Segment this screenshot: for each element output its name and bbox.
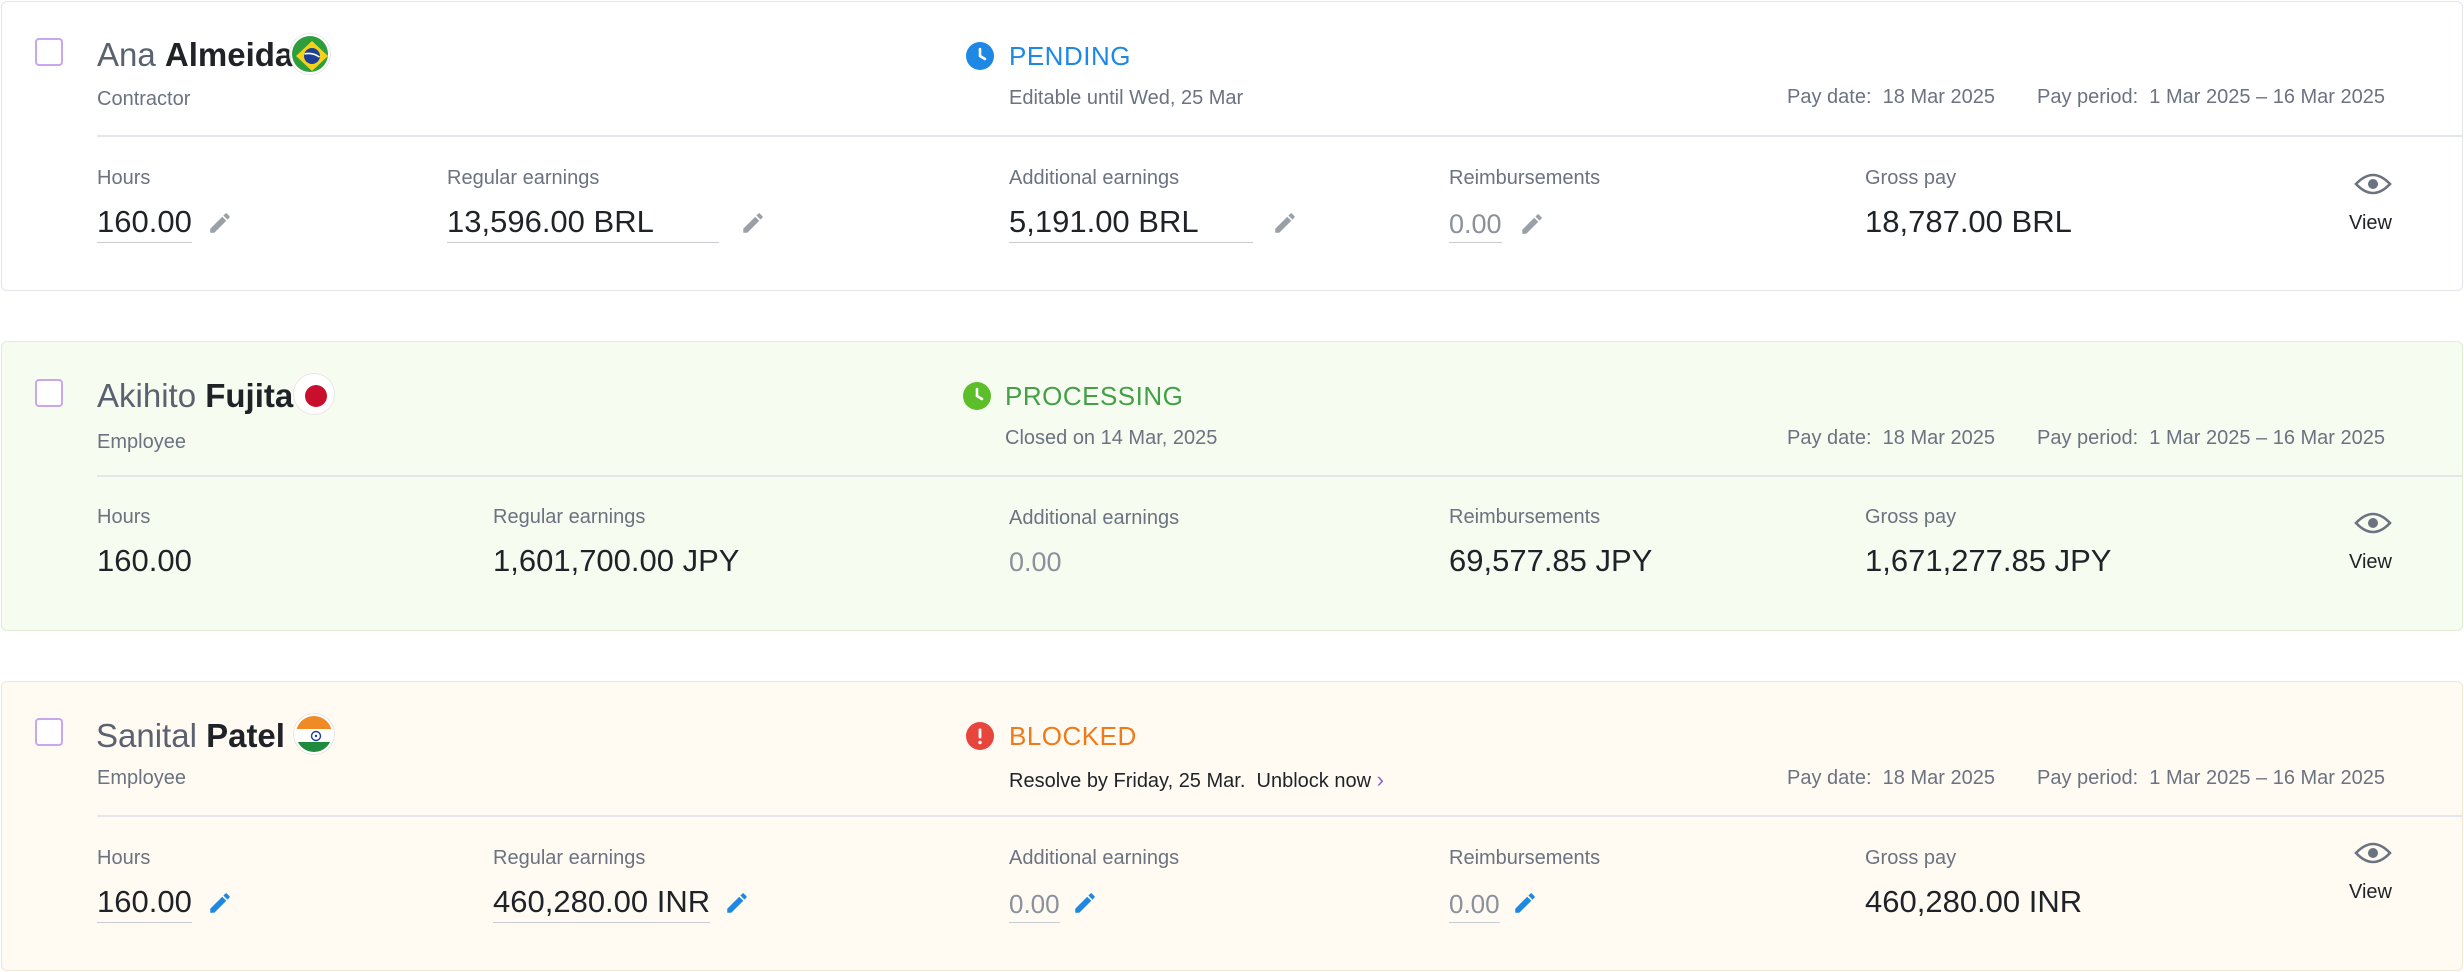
- reimbursements-field[interactable]: 0.00: [1449, 209, 1502, 243]
- additional-earnings-label: Additional earnings: [1009, 507, 1180, 529]
- gross-pay-value: 460,280.00 INR: [1865, 884, 2083, 919]
- employment-role: Employee: [97, 431, 186, 453]
- reimbursements-label: Reimbursements: [1449, 167, 1601, 189]
- payroll-card-ana-almeida: Ana Almeida Contractor PENDING Editable …: [1, 1, 2463, 291]
- additional-earnings-label: Additional earnings: [1009, 167, 1180, 189]
- edit-pencil-icon[interactable]: [1519, 211, 1545, 237]
- edit-pencil-icon[interactable]: [207, 890, 233, 916]
- regular-earnings-field[interactable]: 13,596.00 BRL: [447, 204, 719, 243]
- payroll-card-akihito-fujita: Akihito Fujita Employee PROCESSING Close…: [1, 341, 2463, 631]
- regular-earnings-label: Regular earnings: [493, 506, 646, 528]
- pay-date: Pay date: 18 Mar 2025: [1787, 767, 1995, 790]
- edit-pencil-icon[interactable]: [1272, 210, 1298, 236]
- hours-value: 160.00: [97, 543, 192, 578]
- gross-pay-value: 1,671,277.85 JPY: [1865, 543, 2112, 578]
- divider: [97, 815, 2463, 817]
- select-checkbox[interactable]: [35, 38, 63, 66]
- edit-pencil-icon[interactable]: [1512, 890, 1538, 916]
- first-name: Ana: [97, 36, 156, 73]
- employee-name: Akihito Fujita: [97, 377, 293, 415]
- status-badge: PROCESSING: [1005, 381, 1184, 411]
- edit-pencil-icon[interactable]: [740, 210, 766, 236]
- status-badge: PENDING: [1009, 41, 1131, 71]
- chevron-right-icon[interactable]: ›: [1377, 767, 1384, 792]
- pay-date: Pay date: 18 Mar 2025: [1787, 86, 1995, 109]
- first-name: Akihito: [97, 377, 197, 414]
- employee-name: Ana Almeida: [97, 36, 293, 74]
- employee-name: Sanital Patel: [96, 717, 285, 755]
- pay-period-value: 1 Mar 2025 – 16 Mar 2025: [2149, 86, 2385, 108]
- pay-period: Pay period: 1 Mar 2025 – 16 Mar 2025: [2037, 86, 2385, 109]
- regular-earnings-value: 1,601,700.00 JPY: [493, 543, 740, 578]
- pay-period-label: Pay period:: [2037, 86, 2139, 108]
- edit-pencil-icon[interactable]: [724, 890, 750, 916]
- pay-period: Pay period: 1 Mar 2025 – 16 Mar 2025: [2037, 767, 2385, 790]
- additional-earnings-field[interactable]: 0.00: [1009, 889, 1060, 923]
- pay-date-value: 18 Mar 2025: [1882, 86, 1995, 108]
- view-button[interactable]: View: [2349, 212, 2392, 235]
- eye-icon[interactable]: [2354, 840, 2392, 866]
- select-checkbox[interactable]: [35, 718, 63, 746]
- additional-earnings-field[interactable]: 5,191.00 BRL: [1009, 204, 1253, 243]
- last-name: Patel: [206, 717, 285, 754]
- reimbursements-label: Reimbursements: [1449, 847, 1601, 869]
- regular-earnings-field[interactable]: 460,280.00 INR: [493, 884, 711, 923]
- pay-date: Pay date: 18 Mar 2025: [1787, 427, 1995, 450]
- regular-earnings-label: Regular earnings: [447, 167, 600, 189]
- hours-label: Hours: [97, 506, 151, 528]
- gross-pay-label: Gross pay: [1865, 167, 1957, 189]
- status-detail: Resolve by Friday, 25 Mar. Unblock now ›: [1009, 767, 1384, 793]
- reimbursements-field[interactable]: 0.00: [1449, 889, 1500, 923]
- japan-flag-icon: [294, 374, 334, 414]
- hours-field[interactable]: 160.00: [97, 204, 192, 243]
- hours-label: Hours: [97, 167, 151, 189]
- brazil-flag-icon: [290, 34, 330, 74]
- divider: [97, 135, 2463, 137]
- select-checkbox[interactable]: [35, 379, 63, 407]
- india-flag-icon: [294, 714, 334, 754]
- gross-pay-value: 18,787.00 BRL: [1865, 204, 2072, 239]
- resolve-by-text: Resolve by Friday, 25 Mar.: [1009, 770, 1246, 792]
- edit-pencil-icon[interactable]: [207, 210, 233, 236]
- pay-period-label: Pay period:: [2037, 767, 2139, 789]
- employment-role: Employee: [97, 767, 186, 789]
- divider: [97, 475, 2463, 477]
- reimbursements-value: 69,577.85 JPY: [1449, 543, 1653, 578]
- last-name: Fujita: [205, 377, 294, 414]
- first-name: Sanital: [96, 717, 197, 754]
- eye-icon[interactable]: [2354, 510, 2392, 536]
- pay-period-value: 1 Mar 2025 – 16 Mar 2025: [2149, 767, 2385, 789]
- pay-date-label: Pay date:: [1787, 767, 1872, 789]
- pay-period-label: Pay period:: [2037, 427, 2139, 449]
- last-name: Almeida: [164, 36, 294, 73]
- employment-role: Contractor: [97, 88, 191, 110]
- pay-date-label: Pay date:: [1787, 427, 1872, 449]
- hours-field[interactable]: 160.00: [97, 884, 192, 923]
- hours-label: Hours: [97, 847, 151, 869]
- clock-icon: [966, 42, 994, 70]
- pay-date-label: Pay date:: [1787, 86, 1872, 108]
- payroll-card-sanital-patel: Sanital Patel Employee BLOCKED Resolve b…: [1, 681, 2463, 971]
- gross-pay-label: Gross pay: [1865, 847, 1957, 869]
- clock-icon: [963, 382, 991, 410]
- pay-period-value: 1 Mar 2025 – 16 Mar 2025: [2149, 427, 2385, 449]
- regular-earnings-label: Regular earnings: [493, 847, 646, 869]
- gross-pay-label: Gross pay: [1865, 506, 1957, 528]
- eye-icon[interactable]: [2354, 171, 2392, 197]
- unblock-now-link[interactable]: Unblock now: [1257, 770, 1372, 792]
- reimbursements-label: Reimbursements: [1449, 506, 1601, 528]
- alert-icon: [966, 722, 994, 750]
- pay-date-value: 18 Mar 2025: [1882, 767, 1995, 789]
- status-detail: Editable until Wed, 25 Mar: [1009, 87, 1244, 109]
- view-button[interactable]: View: [2349, 551, 2392, 574]
- status-badge: BLOCKED: [1009, 721, 1137, 751]
- additional-earnings-label: Additional earnings: [1009, 847, 1180, 869]
- status-detail: Closed on 14 Mar, 2025: [1005, 427, 1218, 449]
- pay-date-value: 18 Mar 2025: [1882, 427, 1995, 449]
- pay-period: Pay period: 1 Mar 2025 – 16 Mar 2025: [2037, 427, 2385, 450]
- additional-earnings-value: 0.00: [1009, 547, 1062, 577]
- edit-pencil-icon[interactable]: [1072, 890, 1098, 916]
- view-button[interactable]: View: [2349, 881, 2392, 904]
